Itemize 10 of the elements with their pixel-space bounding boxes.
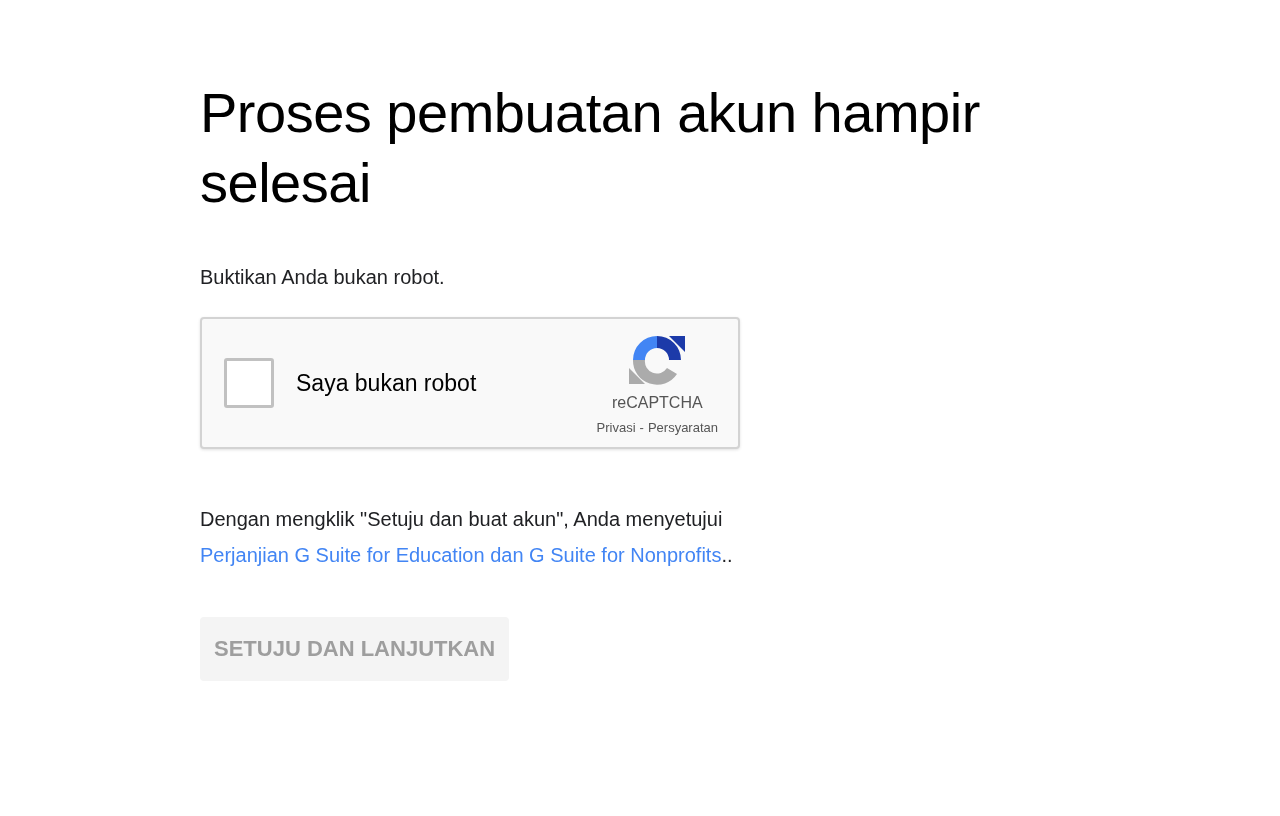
captcha-checkbox[interactable] <box>224 358 274 408</box>
captcha-label: Saya bukan robot <box>296 369 478 397</box>
recaptcha-brand: reCAPTCHA <box>611 393 703 412</box>
privacy-link[interactable]: Privasi <box>596 419 636 435</box>
page-title: Proses pembuatan akun hampir selesai <box>200 80 981 216</box>
terms-link[interactable]: Persyaratan <box>647 419 718 435</box>
agreement-link[interactable]: Perjanjian G Suite for Education dan G Suite for Nonprofits <box>200 544 722 566</box>
prompt-text: Buktikan Anda bukan robot. <box>200 266 446 289</box>
link-separator: - <box>639 419 644 435</box>
agreement-text: Dengan mengklik "Setuju dan buat akun", Anda menyetujui Perjanjian G Suite for Education dan G Suite for Nonprofits.. <box>200 507 734 568</box>
